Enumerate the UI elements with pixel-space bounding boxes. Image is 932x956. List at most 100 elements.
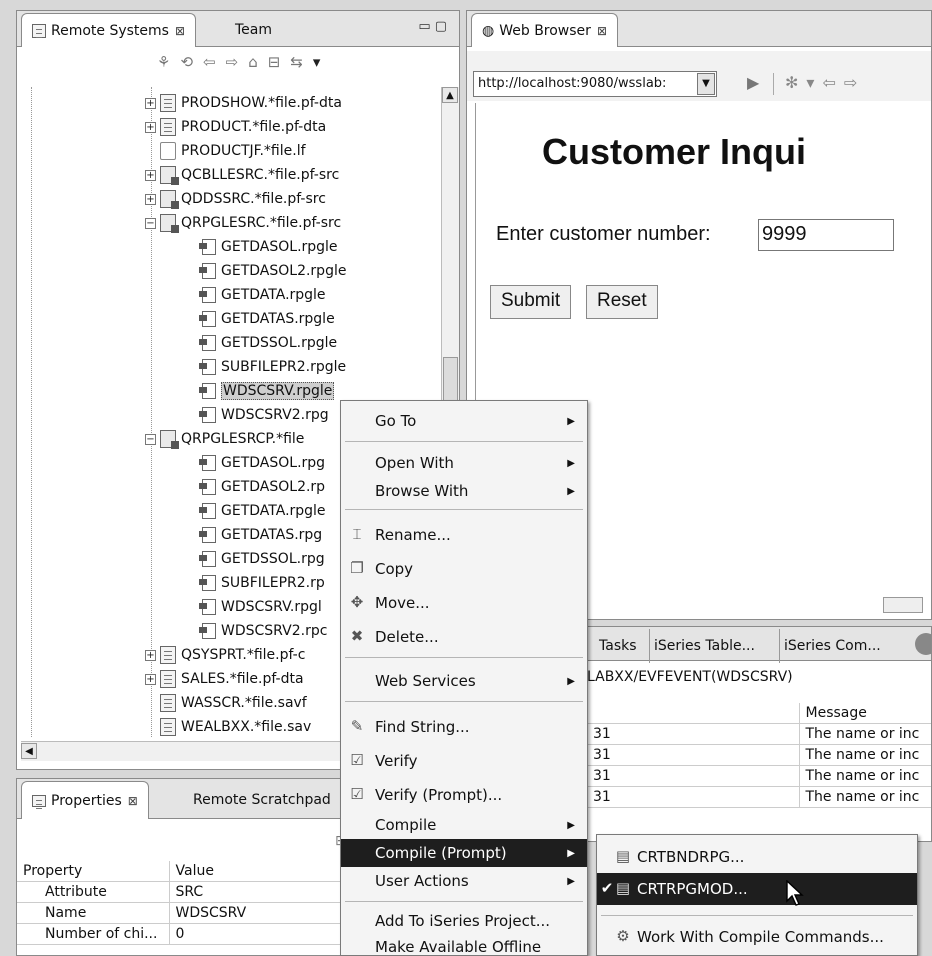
table-row[interactable]: 31 The name or inc xyxy=(587,744,931,766)
url-field[interactable]: http://localhost:9080/wsslab: xyxy=(473,71,717,97)
tree-item[interactable]: GETDATAS.rpgle xyxy=(199,307,335,331)
collapse-all-icon[interactable]: ⊟ xyxy=(268,53,291,71)
menu-item-copy[interactable]: ❐ Copy xyxy=(341,555,587,583)
expand-icon[interactable]: + xyxy=(145,649,156,661)
url-dropdown-icon[interactable]: ▼ xyxy=(697,73,715,95)
tree-item[interactable]: + SALES.*file.pf-dta xyxy=(145,667,304,691)
menu-item-open-with[interactable]: Open With ▶ xyxy=(341,449,587,477)
tree-item[interactable]: GETDASOL.rpgle xyxy=(199,235,338,259)
close-icon[interactable]: ⊠ xyxy=(128,794,138,808)
scroll-up-icon[interactable]: ▲ xyxy=(442,87,458,103)
tree-item[interactable]: WDSCSRV2.rpc xyxy=(199,619,327,643)
table-row[interactable]: 31 The name or inc xyxy=(587,786,931,808)
menu-item-make-available-offline[interactable]: Make Available Offline xyxy=(341,933,587,956)
tab-iseries-table[interactable]: iSeries Table... xyxy=(649,629,759,663)
expand-icon[interactable]: + xyxy=(145,673,156,685)
link-with-editor-icon[interactable]: ⇆ xyxy=(290,53,313,71)
tree-item[interactable]: WDSCSRV.rpgl xyxy=(199,595,322,619)
refresh-icon[interactable]: ⟲ xyxy=(180,53,203,71)
tab-properties[interactable]: Properties ⊠ xyxy=(21,781,149,819)
tree-item[interactable]: GETDASOL2.rp xyxy=(199,475,325,499)
forward-icon[interactable]: ⇨ xyxy=(226,53,249,71)
tab-tasks[interactable]: Tasks xyxy=(595,629,641,663)
expand-icon[interactable]: + xyxy=(145,193,156,205)
tree-item[interactable]: GETDATA.rpgle xyxy=(199,499,326,523)
home-icon[interactable]: ⌂ xyxy=(248,53,268,71)
tree-item[interactable]: + QCBLLESRC.*file.pf-src xyxy=(145,163,339,187)
menu-item-crtbndrpg[interactable]: ▤ CRTBNDRPG... xyxy=(597,843,917,871)
tree-item[interactable]: + QDDSSRC.*file.pf-src xyxy=(145,187,326,211)
submit-button[interactable]: Submit xyxy=(490,285,572,319)
expand-icon[interactable]: + xyxy=(145,169,156,181)
tree-item[interactable]: GETDASOL.rpg xyxy=(199,451,326,475)
close-icon[interactable]: ⊠ xyxy=(175,24,185,38)
member-icon xyxy=(199,575,216,591)
tree-item[interactable]: GETDATAS.rpg xyxy=(199,523,322,547)
tree-item[interactable]: GETDSSOL.rpg xyxy=(199,547,325,571)
column-header-line[interactable] xyxy=(587,703,800,724)
menu-item-browse-with[interactable]: Browse With ▶ xyxy=(341,477,587,505)
collapse-icon[interactable]: − xyxy=(145,433,156,445)
close-icon[interactable]: ⊠ xyxy=(597,24,607,38)
menu-item-compile[interactable]: Compile ▶ xyxy=(341,811,587,839)
member-icon xyxy=(199,359,216,375)
back-icon[interactable]: ⇦ xyxy=(203,53,226,71)
menu-item-compile-prompt[interactable]: Compile (Prompt) ▶ xyxy=(341,839,587,867)
table-row[interactable]: 31 The name or inc xyxy=(587,765,931,787)
menu-item-user-actions[interactable]: User Actions ▶ xyxy=(341,867,587,895)
table-row[interactable]: 31 The name or inc xyxy=(587,723,931,745)
menu-item-add-to-iseries-project[interactable]: Add To iSeries Project... xyxy=(341,907,587,935)
table-row[interactable]: Attribute SRC xyxy=(17,881,355,903)
tree-item[interactable]: − QRPGLESRCP.*file xyxy=(145,427,304,451)
tree-item[interactable]: + PRODUCT.*file.pf-dta xyxy=(145,115,326,139)
tree-item-selected[interactable]: WDSCSRV.rpgle xyxy=(199,379,335,403)
tree-item[interactable]: SUBFILEPR2.rp xyxy=(199,571,325,595)
go-icon[interactable]: ▶ xyxy=(747,73,759,92)
menu-item-crtrpgmod[interactable]: ✔ ▤ CRTRPGMOD... xyxy=(597,873,917,905)
tab-remote-scratchpad[interactable]: Remote Scratchpad xyxy=(183,781,341,819)
tab-team[interactable]: Team xyxy=(225,13,282,47)
new-connection-icon[interactable]: ⚘ xyxy=(157,53,180,71)
menu-item-find-string[interactable]: ✎ Find String... xyxy=(341,713,587,741)
menu-item-verify-prompt[interactable]: ☑ Verify (Prompt)... xyxy=(341,781,587,809)
menu-item-go-to[interactable]: Go To ▶ xyxy=(341,407,587,435)
collapse-icon[interactable]: − xyxy=(145,217,156,229)
tree-item[interactable]: − QRPGLESRC.*file.pf-src xyxy=(145,211,341,235)
reset-button[interactable]: Reset xyxy=(586,285,658,319)
view-toolbar-icon[interactable] xyxy=(915,633,931,655)
view-menu-icon[interactable]: ▾ xyxy=(313,53,331,71)
scroll-left-icon[interactable]: ◀ xyxy=(21,743,37,759)
tree-item[interactable]: PRODUCTJF.*file.lf xyxy=(160,139,306,163)
tree-item[interactable]: WEALBXX.*file.sav xyxy=(160,715,311,737)
tree-item[interactable]: GETDATA.rpgle xyxy=(199,283,326,307)
tab-iseries-commands[interactable]: iSeries Com... xyxy=(779,629,885,663)
column-header-value[interactable]: Value xyxy=(169,861,355,882)
customer-number-input[interactable]: 9999 xyxy=(758,219,894,251)
expand-icon[interactable]: + xyxy=(145,97,156,109)
tree-item[interactable]: + PRODSHOW.*file.pf-dta xyxy=(145,91,342,115)
tree-item[interactable]: + QSYSPRT.*file.pf-c xyxy=(145,643,305,667)
horizontal-scrollbar[interactable] xyxy=(883,597,923,613)
menu-item-verify[interactable]: ☑ Verify xyxy=(341,747,587,775)
tree-item[interactable]: GETDASOL2.rpgle xyxy=(199,259,346,283)
tree-item[interactable]: WASSCR.*file.savf xyxy=(160,691,307,715)
tab-web-browser[interactable]: ◍ Web Browser ⊠ xyxy=(471,13,618,47)
tree-item[interactable]: SUBFILEPR2.rpgle xyxy=(199,355,346,379)
column-header-property[interactable]: Property xyxy=(17,861,170,882)
tab-remote-systems[interactable]: Remote Systems ⊠ xyxy=(21,13,197,47)
table-row[interactable]: Name WDSCSRV xyxy=(17,902,355,924)
menu-item-rename[interactable]: ⌶ Rename... xyxy=(341,521,587,549)
menu-item-label: Web Services xyxy=(375,672,476,690)
tree-item-label: GETDASOL.rpg xyxy=(221,455,326,471)
expand-icon[interactable]: + xyxy=(145,121,156,133)
tree-item[interactable]: GETDSSOL.rpgle xyxy=(199,331,337,355)
back-forward-icons[interactable]: ✻▾⇦⇨ xyxy=(785,73,865,92)
menu-item-move[interactable]: ✥ Move... xyxy=(341,589,587,617)
menu-item-delete[interactable]: ✖ Delete... xyxy=(341,623,587,651)
minimize-maximize-icons[interactable]: ▭▢ xyxy=(418,19,451,34)
tree-item[interactable]: WDSCSRV2.rpg xyxy=(199,403,329,427)
menu-item-work-with-compile-commands[interactable]: ⚙ Work With Compile Commands... xyxy=(597,923,917,951)
column-header-message[interactable]: Message xyxy=(799,703,931,724)
table-row[interactable]: Number of chi... 0 xyxy=(17,923,355,945)
menu-item-web-services[interactable]: Web Services ▶ xyxy=(341,667,587,695)
